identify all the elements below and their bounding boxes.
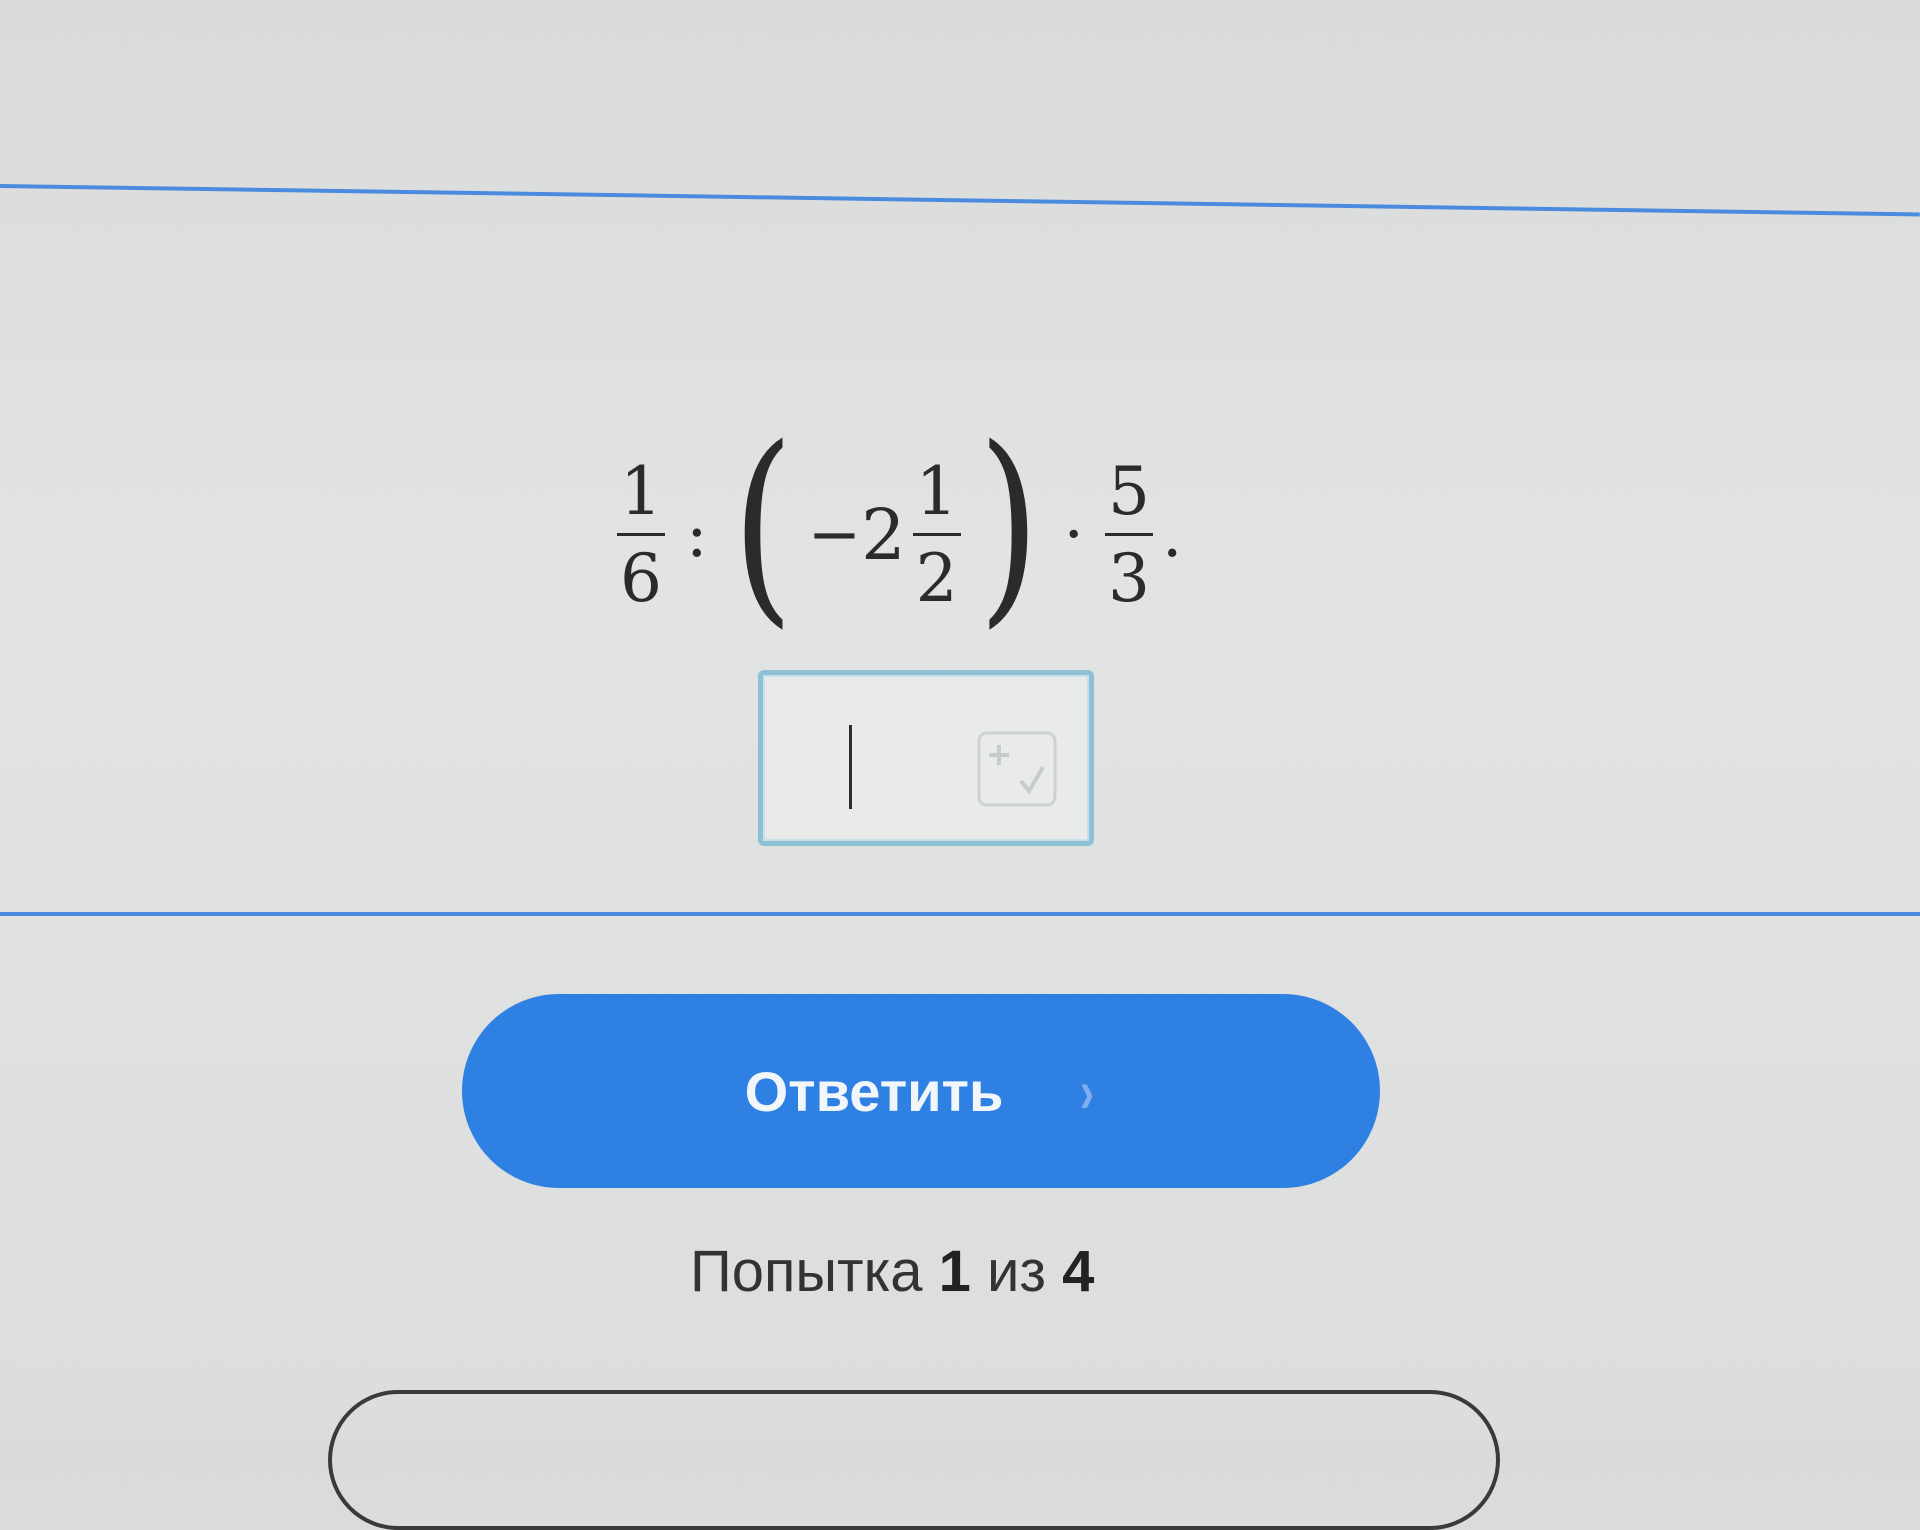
multiply-operator: ·: [1063, 498, 1084, 572]
secondary-button-partial[interactable]: [328, 1390, 1500, 1530]
minus-sign: −: [807, 498, 862, 572]
close-parenthesis: ): [977, 402, 1040, 647]
mixed-fraction-part: 1 2: [910, 452, 964, 617]
text-caret: [849, 725, 852, 809]
attempt-counter: Попытка 1 из 4: [690, 1238, 1094, 1305]
top-divider: [0, 184, 1920, 217]
submit-answer-button[interactable]: Ответить ›: [462, 994, 1380, 1188]
answer-input[interactable]: [758, 670, 1094, 846]
plus-minus-keypad-icon[interactable]: [977, 731, 1057, 807]
expression-period: .: [1161, 498, 1183, 572]
attempt-middle: из: [987, 1239, 1047, 1304]
bottom-divider: [0, 912, 1920, 916]
attempt-prefix: Попытка: [690, 1239, 923, 1304]
chevron-right-icon: ›: [1080, 1057, 1095, 1125]
fraction-denominator: 3: [1107, 539, 1150, 617]
divide-operator: :: [686, 498, 708, 572]
fraction-one-sixth: 1 6: [614, 452, 668, 617]
fraction-denominator: 6: [620, 539, 662, 617]
fraction-numerator: 1: [620, 452, 662, 530]
fraction-denominator: 2: [915, 539, 958, 617]
fraction-numerator: 1: [915, 452, 958, 530]
attempt-current: 1: [938, 1239, 971, 1304]
submit-button-label: Ответить: [744, 1059, 1004, 1123]
open-parenthesis: (: [731, 402, 794, 647]
mixed-whole-part: 2: [861, 494, 906, 576]
attempt-total: 4: [1062, 1239, 1095, 1304]
math-expression: 1 6 : ( − 2 1 2 ) · 5 3 .: [610, 420, 1196, 650]
fraction-five-thirds: 5 3: [1102, 452, 1156, 617]
fraction-numerator: 5: [1107, 452, 1150, 530]
